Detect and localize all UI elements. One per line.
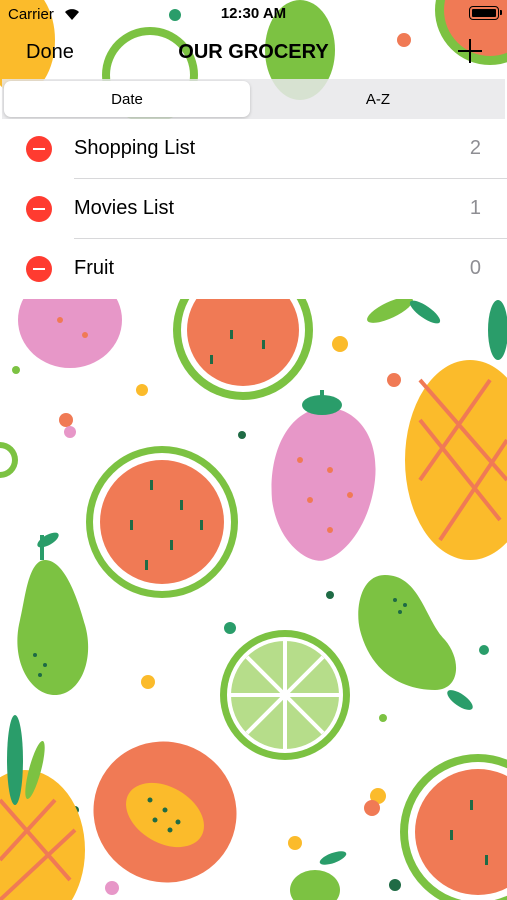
add-list-button[interactable]: [457, 38, 483, 64]
delete-icon[interactable]: [26, 136, 52, 162]
list-count: 1: [469, 197, 481, 219]
lists-table: Shopping List 2 Movies List 1 Fruit 0: [0, 119, 507, 299]
list-count: 0: [469, 257, 481, 279]
list-name: Fruit: [74, 257, 114, 279]
delete-icon[interactable]: [26, 196, 52, 222]
page-title: OUR GROCERY: [178, 41, 329, 63]
navigation-bar: Done OUR GROCERY: [0, 28, 507, 78]
list-name: Movies List: [74, 197, 175, 219]
list-name: Shopping List: [74, 137, 196, 159]
status-time: 12:30 AM: [220, 5, 287, 22]
battery-icon: [469, 6, 502, 20]
list-row-shopping[interactable]: Shopping List 2: [0, 119, 507, 179]
segment-a-z[interactable]: A-Z: [253, 81, 503, 117]
status-bar: Carrier 12:30 AM: [0, 0, 507, 28]
delete-icon[interactable]: [26, 256, 52, 282]
segment-date[interactable]: Date: [4, 81, 250, 117]
sort-segmented-control: Date A-Z: [2, 79, 505, 119]
list-row-movies[interactable]: Movies List 1: [0, 179, 507, 239]
list-row-fruit[interactable]: Fruit 0: [0, 239, 507, 299]
list-count: 2: [469, 137, 481, 159]
